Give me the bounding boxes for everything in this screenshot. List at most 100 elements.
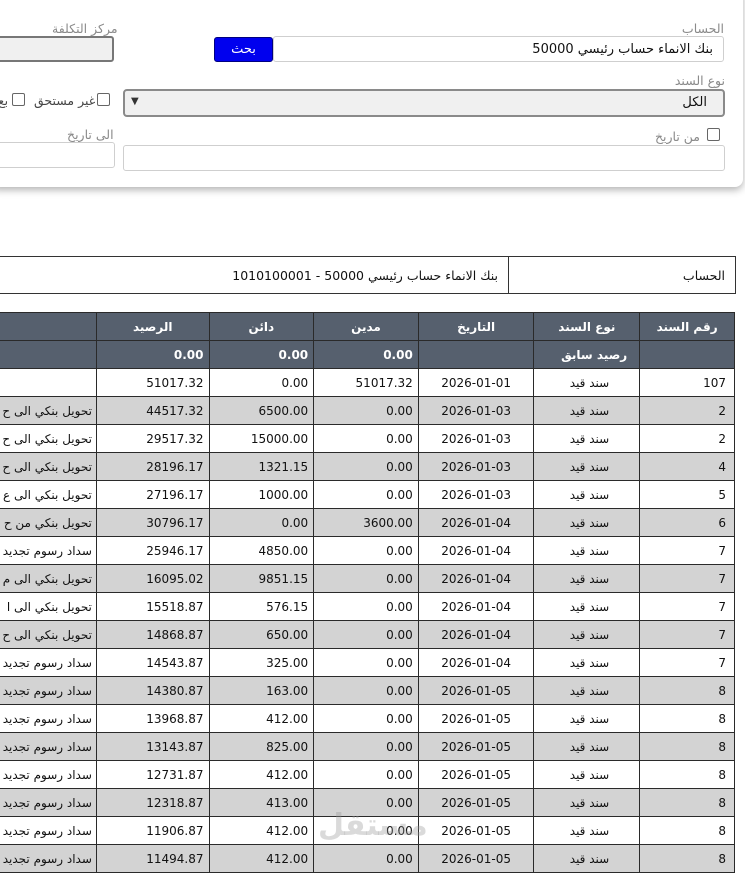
cell-voucher-no: 8 [639, 788, 735, 817]
cell-balance: 51017.32 [95, 368, 210, 397]
cell-balance: 14380.87 [95, 676, 210, 705]
not-due-checkbox[interactable] [97, 93, 110, 106]
previous-balance-credit: 0.00 [208, 340, 315, 369]
cell-date: 2026-01-05 [417, 676, 535, 705]
cell-credit: 0.00 [208, 368, 315, 397]
previous-balance-date [417, 340, 535, 369]
cell-balance: 11906.87 [95, 816, 210, 845]
cell-credit: 4850.00 [208, 536, 315, 565]
cell-voucher-no: 8 [639, 676, 735, 705]
cell-description: تحويل بنكي الى ح [0, 620, 97, 649]
table-row[interactable]: سداد رسوم تجديد 13143.87 825.00 0.00 2026-01… [0, 732, 735, 761]
cell-voucher-no: 8 [639, 816, 735, 845]
cell-voucher-no: 8 [639, 844, 735, 873]
to-date-input[interactable] [0, 142, 115, 168]
previous-balance-row: 0.00 0.00 0.00 رصيد سابق [0, 340, 735, 369]
cell-voucher-type: سند قيد [533, 816, 641, 845]
cell-voucher-type: سند قيد [533, 760, 641, 789]
cell-voucher-no: 8 [639, 732, 735, 761]
previous-balance-debit: 0.00 [313, 340, 419, 369]
table-row[interactable]: سداد رسوم تجديد 11494.87 412.00 0.00 2026-01… [0, 844, 735, 873]
cell-date: 2026-01-05 [417, 788, 535, 817]
cell-credit: 6500.00 [208, 396, 315, 425]
cell-date: 2026-01-04 [417, 536, 535, 565]
table-row[interactable]: تحويل بنكي الى ع 27196.17 1000.00 0.00 2026-… [0, 480, 735, 509]
search-button[interactable]: بحث [214, 37, 273, 62]
cell-debit: 0.00 [313, 732, 419, 761]
cell-balance: 12318.87 [95, 788, 210, 817]
cell-balance: 12731.87 [95, 760, 210, 789]
table-row[interactable]: تحويل بنكي الى ح 44517.32 6500.00 0.00 2026-… [0, 396, 735, 425]
cell-debit: 0.00 [313, 480, 419, 509]
cell-date: 2026-01-04 [417, 648, 535, 677]
cell-description: سداد رسوم تجديد [0, 704, 97, 733]
cell-debit: 3600.00 [313, 508, 419, 537]
cost-center-input[interactable] [0, 36, 114, 62]
cell-credit: 825.00 [208, 732, 315, 761]
cell-date: 2026-01-03 [417, 396, 535, 425]
cell-date: 2026-01-04 [417, 508, 535, 537]
cell-voucher-type: سند قيد [533, 844, 641, 873]
from-date-checkbox[interactable] [707, 128, 720, 141]
header-credit: دائن [208, 312, 315, 341]
header-voucher-type: نوع السند [533, 312, 641, 341]
table-row[interactable]: تحويل بنكي الى ح 14868.87 650.00 0.00 2026-0… [0, 620, 735, 649]
cell-voucher-type: سند قيد [533, 704, 641, 733]
cell-description: تحويل بنكي الى ح [0, 424, 97, 453]
cell-voucher-type: سند قيد [533, 592, 641, 621]
cell-credit: 412.00 [208, 816, 315, 845]
cell-voucher-type: سند قيد [533, 536, 641, 565]
cell-balance: 14543.87 [95, 648, 210, 677]
cell-debit: 0.00 [313, 676, 419, 705]
table-row[interactable]: سداد رسوم تجديد 25946.17 4850.00 0.00 2026-0… [0, 536, 735, 565]
second-checkbox[interactable] [12, 93, 25, 106]
cell-debit: 0.00 [313, 536, 419, 565]
header-balance: الرصيد [95, 312, 210, 341]
cell-credit: 15000.00 [208, 424, 315, 453]
cell-credit: 9851.15 [208, 564, 315, 593]
table-row[interactable]: تحويل بنكي الى م 16095.02 9851.15 0.00 2026-… [0, 564, 735, 593]
cell-voucher-no: 107 [639, 368, 735, 397]
chevron-down-icon: ▼ [131, 96, 139, 107]
cell-voucher-type: سند قيد [533, 564, 641, 593]
cell-voucher-type: سند قيد [533, 732, 641, 761]
cell-description: سداد رسوم تجديد [0, 788, 97, 817]
cell-description: تحويل بنكي الى ا [0, 592, 97, 621]
table-row[interactable]: تحويل بنكي الى ح 29517.32 15000.00 0.00 2026… [0, 424, 735, 453]
table-row[interactable]: تحويل بنكي الى ح 28196.17 1321.15 0.00 2026-… [0, 452, 735, 481]
cell-date: 2026-01-05 [417, 760, 535, 789]
cell-debit: 0.00 [313, 424, 419, 453]
cell-credit: 576.15 [208, 592, 315, 621]
account-info-label: الحساب [682, 268, 725, 283]
cell-debit: 0.00 [313, 452, 419, 481]
cell-date: 2026-01-05 [417, 732, 535, 761]
table-row[interactable]: تحويل بنكي الى ا 15518.87 576.15 0.00 2026-0… [0, 592, 735, 621]
table-row[interactable]: سداد رسوم تجديد 13968.87 412.00 0.00 2026-01… [0, 704, 735, 733]
table-row[interactable]: سداد رسوم تجديد 14380.87 163.00 0.00 2026-01… [0, 676, 735, 705]
cell-credit: 1000.00 [208, 480, 315, 509]
cell-date: 2026-01-03 [417, 480, 535, 509]
previous-balance-desc [0, 340, 97, 369]
table-row[interactable]: 51017.32 0.00 51017.32 2026-01-01 سند قيد 107 [0, 368, 735, 397]
voucher-type-select[interactable]: ▼ الكل [123, 89, 725, 117]
cell-voucher-no: 8 [639, 760, 735, 789]
header-description [0, 312, 97, 341]
account-info-bar: 1010100001 - بنك الانماء حساب رئيسي 5000… [0, 256, 736, 294]
cell-description: تحويل بنكي الى ح [0, 452, 97, 481]
account-input[interactable]: بنك الانماء حساب رئيسي 50000 [273, 36, 724, 62]
cell-debit: 0.00 [313, 620, 419, 649]
account-label: الحساب [681, 21, 724, 36]
voucher-type-value: الكل [682, 95, 707, 110]
cell-credit: 1321.15 [208, 452, 315, 481]
cell-credit: 325.00 [208, 648, 315, 677]
cell-description [0, 368, 97, 397]
table-row[interactable]: سداد رسوم تجديد 14543.87 325.00 0.00 2026-01… [0, 648, 735, 677]
table-row[interactable]: تحويل بنكي من ح 30796.17 0.00 3600.00 2026-0… [0, 508, 735, 537]
cell-voucher-no: 7 [639, 648, 735, 677]
previous-balance-balance: 0.00 [95, 340, 210, 369]
previous-balance-no [639, 340, 735, 369]
cell-description: سداد رسوم تجديد [0, 676, 97, 705]
cell-credit: 412.00 [208, 844, 315, 873]
table-row[interactable]: سداد رسوم تجديد 12731.87 412.00 0.00 2026-01… [0, 760, 735, 789]
from-date-input[interactable] [123, 145, 725, 171]
